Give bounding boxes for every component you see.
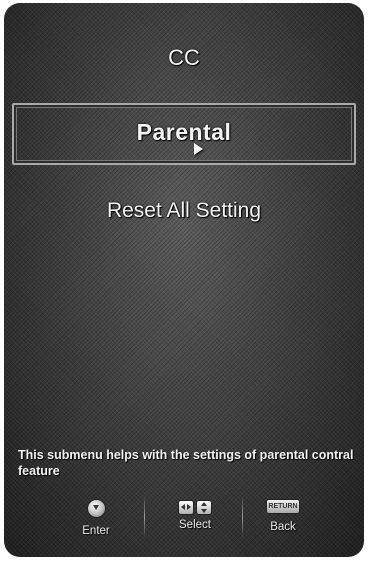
back-hint[interactable]: RETURN Back (254, 499, 312, 533)
return-button-icon: RETURN (266, 499, 300, 514)
back-label: Back (270, 521, 296, 533)
enter-label: Enter (82, 525, 110, 537)
cursor-arrow-icon (194, 143, 203, 155)
select-label: Select (179, 519, 211, 531)
menu-item-reset-all-setting[interactable]: Reset All Setting (4, 199, 364, 223)
enter-hint[interactable]: Enter (66, 499, 126, 537)
osd-menu-screen: CC Parental Reset All Setting This subme… (4, 3, 364, 557)
divider (242, 495, 243, 539)
up-down-arrow-icon (196, 500, 212, 516)
select-hint[interactable]: Select (160, 499, 230, 531)
menu-item-parental[interactable]: Parental (4, 119, 364, 146)
menu-item-cc[interactable]: CC (4, 45, 364, 71)
left-right-arrow-icon (178, 500, 194, 516)
divider (144, 495, 145, 539)
arrow-keys-icon (177, 499, 213, 516)
help-description: This submenu helps with the settings of … (18, 448, 354, 478)
control-hints-bar: Enter Select RETURN Back (4, 495, 364, 549)
ok-button-icon (86, 499, 106, 518)
